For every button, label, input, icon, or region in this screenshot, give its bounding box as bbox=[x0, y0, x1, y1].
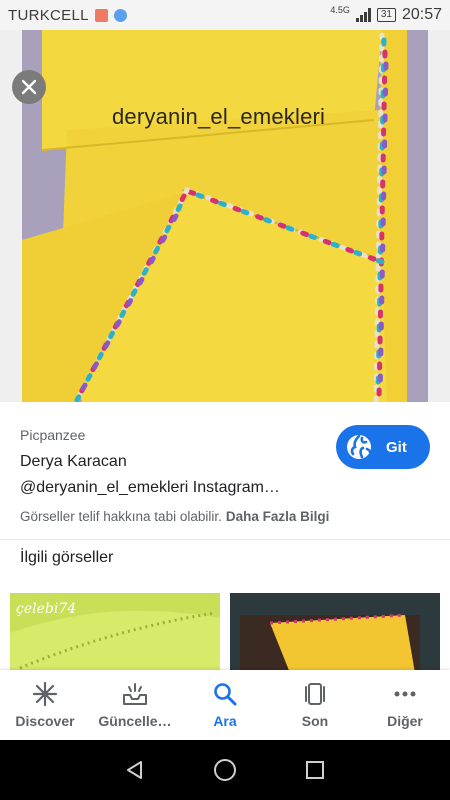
globe-icon bbox=[347, 434, 372, 459]
app-notification-icon bbox=[113, 8, 127, 22]
thumb-photo bbox=[230, 593, 440, 673]
network-type: 4.5G bbox=[330, 4, 350, 15]
copyright-notice: Görseller telif hakkına tabi olabilir. Da… bbox=[20, 509, 329, 524]
clock: 20:57 bbox=[401, 6, 442, 23]
copyright-text: Görseller telif hakkına tabi olabilir. bbox=[20, 509, 222, 524]
nav-updates[interactable]: Güncelle… bbox=[90, 670, 180, 740]
nav-label: Discover bbox=[15, 713, 75, 729]
visit-label: Git bbox=[386, 438, 407, 456]
gallery-notification-icon bbox=[94, 8, 108, 22]
close-icon bbox=[21, 79, 37, 95]
status-bar: TURKCELL 4.5G 31 20:57 bbox=[0, 0, 450, 30]
nav-label: Diğer bbox=[387, 713, 423, 729]
nav-label: Ara bbox=[213, 713, 237, 729]
related-image-thumb[interactable] bbox=[230, 593, 440, 673]
battery-level: 31 bbox=[376, 8, 396, 22]
visit-button[interactable]: Git bbox=[336, 425, 430, 469]
recents-icon[interactable] bbox=[304, 759, 326, 781]
carrier-name: TURKCELL bbox=[8, 6, 89, 24]
nav-search[interactable]: Ara bbox=[180, 670, 270, 740]
thumb-watermark: çelebi74 bbox=[16, 601, 77, 617]
nav-discover[interactable]: Discover bbox=[0, 670, 90, 740]
search-icon bbox=[214, 683, 237, 706]
section-divider bbox=[0, 539, 450, 540]
result-title[interactable]: Derya Karacan bbox=[20, 453, 320, 471]
close-button[interactable] bbox=[12, 70, 46, 104]
result-subtitle[interactable]: @deryanin_el_emekleri Instagram… bbox=[20, 479, 320, 497]
result-source: Picpanzee bbox=[20, 427, 86, 443]
nav-more[interactable]: Diğer bbox=[360, 670, 450, 740]
related-images-heading: İlgili görseller bbox=[20, 549, 114, 566]
preview-image[interactable]: deryanin_el_emekleri bbox=[22, 30, 428, 402]
tabs-icon bbox=[305, 683, 325, 705]
home-icon[interactable] bbox=[213, 758, 237, 782]
nav-recent[interactable]: Son bbox=[270, 670, 360, 740]
image-viewer[interactable]: deryanin_el_emekleri bbox=[0, 30, 450, 402]
fabric-photo bbox=[22, 30, 428, 402]
more-icon bbox=[394, 691, 416, 697]
inbox-icon bbox=[123, 683, 147, 705]
system-navigation-bar bbox=[0, 740, 450, 800]
asterisk-icon bbox=[32, 681, 58, 707]
nav-label: Güncelle… bbox=[98, 713, 172, 729]
back-icon[interactable] bbox=[124, 759, 146, 781]
more-info-link[interactable]: Daha Fazla Bilgi bbox=[226, 509, 330, 524]
nav-label: Son bbox=[301, 713, 329, 729]
related-image-thumb[interactable]: çelebi74 bbox=[10, 593, 220, 673]
image-watermark: deryanin_el_emekleri bbox=[112, 104, 326, 129]
signal-icon bbox=[355, 8, 371, 22]
bottom-navigation: Discover Güncelle… Ara Son Diğer bbox=[0, 670, 450, 740]
